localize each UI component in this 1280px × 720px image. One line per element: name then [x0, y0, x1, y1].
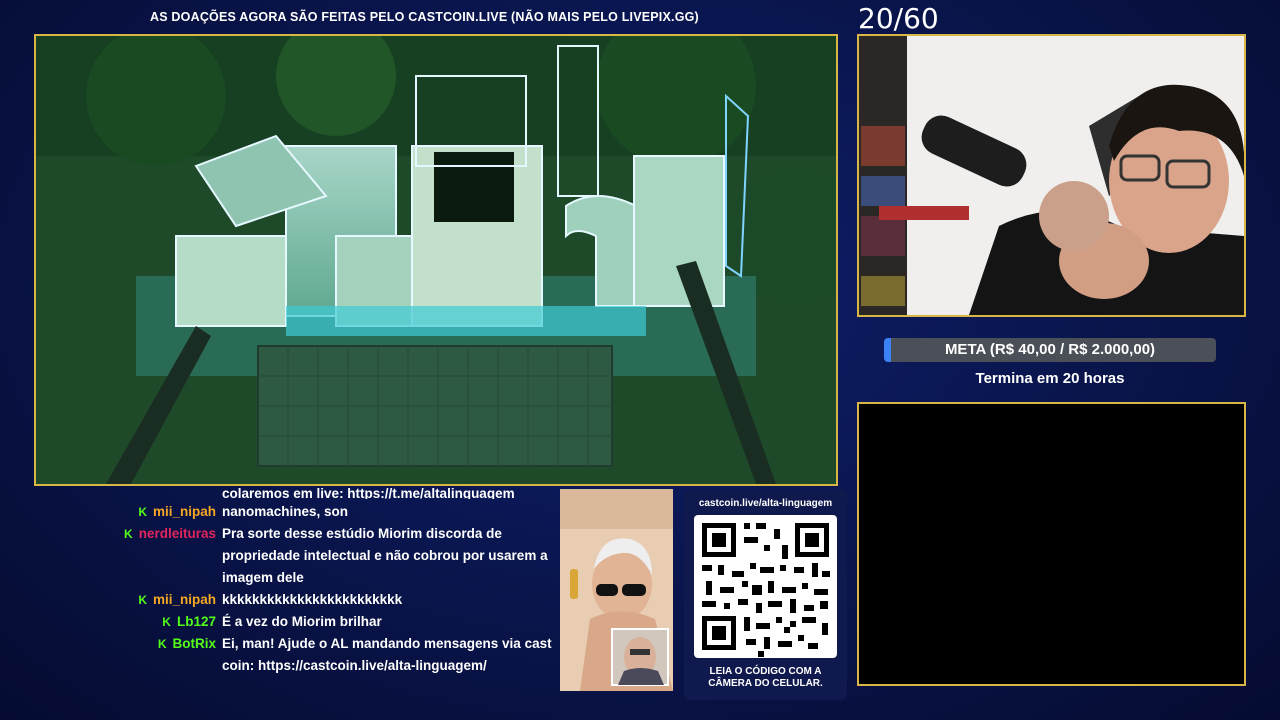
chat-panel: colaremos em live: https://t.me/altaling…: [100, 487, 552, 687]
chat-message: K nerdleituras Pra sorte desse estúdio M…: [100, 523, 552, 589]
goal-progress-bar: META (R$ 40,00 / R$ 2.000,00): [884, 338, 1216, 362]
chat-message-text: kkkkkkkkkkkkkkkkkkkkkkkk: [222, 592, 403, 607]
webcam-feed: [857, 34, 1246, 317]
qr-code[interactable]: [694, 515, 837, 658]
chat-username[interactable]: Lb127: [177, 611, 216, 633]
chat-username[interactable]: BotRix: [173, 633, 217, 655]
chat-message: K Lb127 É a vez do Miorim brilhar: [100, 611, 552, 633]
kick-icon: K: [138, 593, 147, 607]
goal-ends-text: Termina em 20 horas: [975, 370, 1125, 387]
webcam-image: [859, 36, 1244, 315]
kick-icon: K: [124, 527, 133, 541]
meme-image: [560, 489, 673, 691]
kick-icon: K: [138, 505, 147, 519]
qr-donation-card: castcoin.live/alta-linguagem LEIA O CÓDI…: [684, 489, 847, 700]
chat-message-text: Pra sorte desse estúdio Miorim discorda …: [222, 526, 548, 585]
chat-message-text: Ei, man! Ajude o AL mandando mensagens v…: [222, 636, 552, 673]
qr-caption-line2: CÂMERA DO CELULAR.: [708, 678, 823, 689]
meme-photo: [560, 489, 673, 691]
video-scene-image: [36, 36, 836, 484]
qr-caption: LEIA O CÓDIGO COM A CÂMERA DO CELULAR.: [684, 666, 847, 690]
chat-message: K mii_nipah kkkkkkkkkkkkkkkkkkkkkkkk: [100, 589, 552, 611]
qr-caption-line1: LEIA O CÓDIGO COM A: [709, 666, 822, 677]
chat-username[interactable]: mii_nipah: [153, 501, 216, 523]
qr-code-image: [702, 523, 830, 657]
kick-icon: K: [157, 637, 167, 651]
main-video: [34, 34, 838, 486]
chat-message-text: É a vez do Miorim brilhar: [222, 614, 382, 629]
qr-url[interactable]: castcoin.live/alta-linguagem: [684, 498, 847, 509]
chat-cutoff-line: colaremos em live: https://t.me/altaling…: [100, 487, 552, 499]
chat-message: K mii_nipah nanomachines, son: [100, 501, 552, 523]
donation-banner: AS DOAÇÕES AGORA SÃO FEITAS PELO CASTCOI…: [150, 10, 699, 24]
chat-message-text: colaremos em live: https://t.me/altaling…: [222, 487, 515, 499]
goal-counter: 20/60: [858, 2, 939, 35]
chat-username[interactable]: nerdleituras: [139, 523, 216, 545]
kick-icon: K: [162, 615, 171, 629]
chat-message-text: nanomachines, son: [222, 504, 349, 519]
chat-username[interactable]: mii_nipah: [153, 589, 216, 611]
empty-overlay-panel: [857, 402, 1246, 686]
goal-label: META (R$ 40,00 / R$ 2.000,00): [944, 341, 1156, 358]
chat-message: K BotRix Ei, man! Ajude o AL mandando me…: [100, 633, 552, 677]
